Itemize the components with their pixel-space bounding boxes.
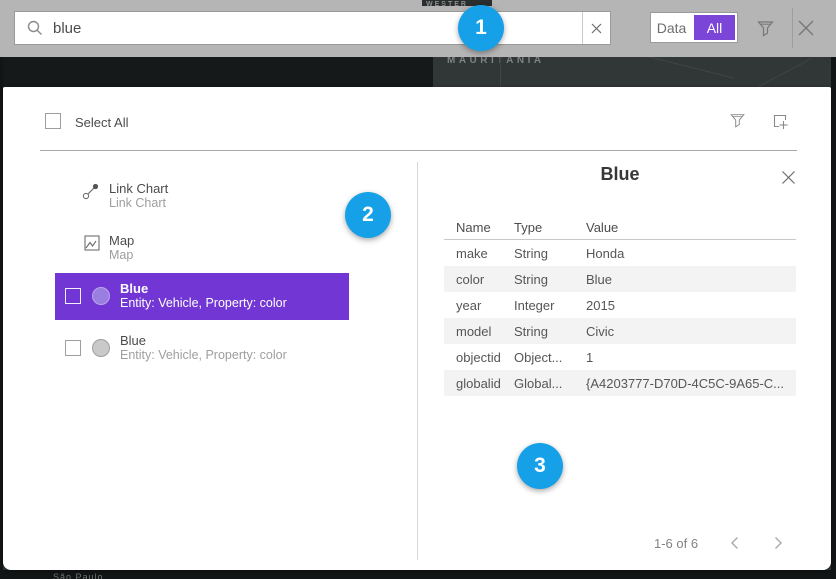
table-row: year Integer 2015 bbox=[444, 292, 796, 318]
filter-icon[interactable] bbox=[756, 19, 775, 38]
detail-panel: Blue Name Type Value make String Honda bbox=[418, 162, 831, 560]
table-row: objectid Object... 1 bbox=[444, 344, 796, 370]
result-title: Blue bbox=[120, 333, 287, 348]
map-border-line bbox=[641, 55, 733, 79]
column-value: Value bbox=[586, 220, 796, 235]
result-subtitle: Entity: Vehicle, Property: color bbox=[120, 348, 287, 363]
map-edge-right bbox=[831, 57, 836, 579]
map-border-line bbox=[500, 57, 501, 87]
column-name: Name bbox=[444, 220, 514, 235]
callout-badge-2: 2 bbox=[345, 192, 391, 238]
add-to-selection-icon[interactable] bbox=[771, 112, 789, 130]
map-border-line bbox=[758, 58, 811, 87]
scope-data-button[interactable]: Data bbox=[651, 13, 692, 42]
pagination: 1-6 of 6 bbox=[418, 534, 831, 554]
column-type: Type bbox=[514, 220, 586, 235]
entity-circle-icon bbox=[92, 339, 110, 357]
detail-close-icon[interactable] bbox=[781, 170, 796, 185]
search-box[interactable] bbox=[14, 11, 611, 45]
search-toolbar: Data All bbox=[0, 0, 836, 57]
clear-x-icon bbox=[591, 23, 602, 34]
screenshot-stage: MAURITANIA São Paulo WESTER Data All 1 bbox=[0, 0, 836, 579]
attribute-table: Name Type Value make String Honda color … bbox=[444, 215, 796, 396]
result-title: Link Chart bbox=[109, 181, 168, 196]
result-title: Map bbox=[109, 233, 134, 248]
map-edge-bottom bbox=[0, 570, 836, 579]
map-icon bbox=[83, 234, 101, 252]
toolbar-divider bbox=[792, 8, 793, 48]
attribute-table-header: Name Type Value bbox=[444, 215, 796, 240]
table-row: color String Blue bbox=[444, 266, 796, 292]
select-all-checkbox[interactable] bbox=[45, 113, 61, 129]
detail-title: Blue bbox=[444, 164, 796, 185]
result-subtitle: Link Chart bbox=[109, 196, 168, 211]
result-subtitle: Entity: Vehicle, Property: color bbox=[120, 296, 287, 311]
table-row: globalid Global... {A4203777-D70D-4C5C-9… bbox=[444, 370, 796, 396]
result-title: Blue bbox=[120, 281, 287, 296]
entity-circle-icon bbox=[92, 287, 110, 305]
result-subtitle: Map bbox=[109, 248, 134, 263]
result-item-blue[interactable]: Blue Entity: Vehicle, Property: color bbox=[3, 325, 417, 372]
result-item-blue-selected[interactable]: Blue Entity: Vehicle, Property: color bbox=[3, 273, 417, 320]
next-page-icon[interactable] bbox=[774, 536, 783, 550]
result-item-map[interactable]: Map Map bbox=[3, 229, 417, 269]
select-all-label: Select All bbox=[75, 115, 128, 130]
panel-header-divider bbox=[40, 150, 797, 151]
map-label-city: São Paulo bbox=[53, 572, 104, 579]
result-checkbox[interactable] bbox=[65, 288, 81, 304]
search-results-panel: Select All Link Chart Link Chart Map bbox=[3, 87, 831, 570]
callout-badge-3: 3 bbox=[517, 443, 563, 489]
previous-page-icon[interactable] bbox=[730, 536, 739, 550]
search-close-icon[interactable] bbox=[796, 18, 816, 38]
results-filter-icon[interactable] bbox=[729, 112, 746, 129]
link-chart-icon bbox=[81, 181, 101, 201]
pagination-label: 1-6 of 6 bbox=[654, 536, 698, 551]
result-checkbox[interactable] bbox=[65, 340, 81, 356]
search-scope-toggle: Data All bbox=[650, 12, 738, 43]
table-row: make String Honda bbox=[444, 240, 796, 266]
map-ocean-region bbox=[0, 57, 433, 87]
table-row: model String Civic bbox=[444, 318, 796, 344]
search-clear-button[interactable] bbox=[582, 12, 610, 44]
search-icon bbox=[15, 12, 53, 44]
scope-all-button[interactable]: All bbox=[694, 15, 735, 40]
callout-badge-1: 1 bbox=[458, 5, 504, 51]
